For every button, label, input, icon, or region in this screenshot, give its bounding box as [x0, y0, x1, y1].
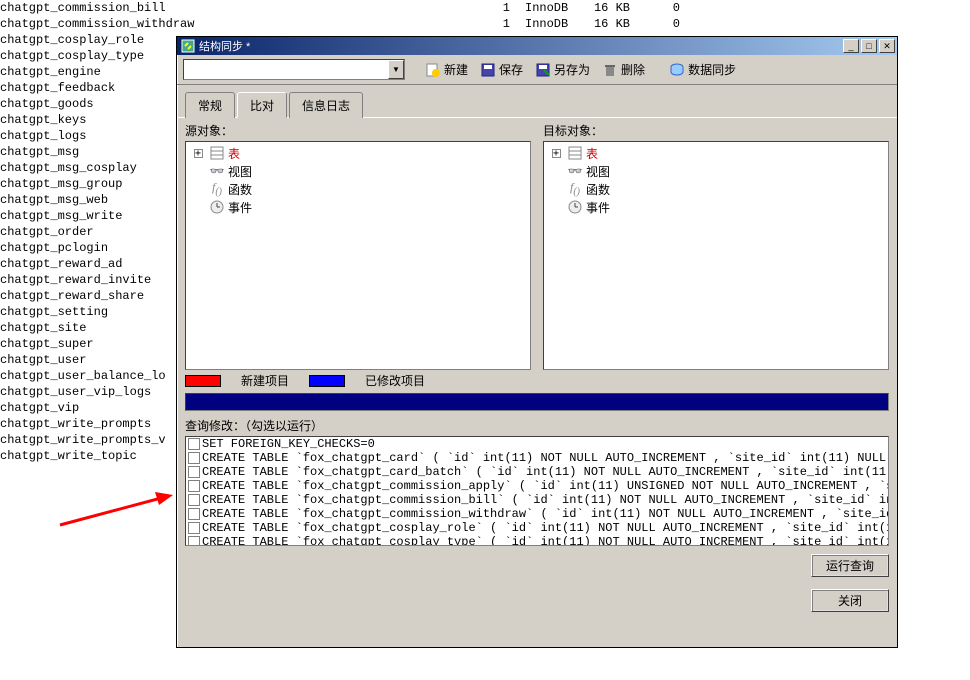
view-icon: 👓: [209, 163, 225, 179]
profile-input[interactable]: [184, 60, 388, 79]
titlebar: 结构同步 * _ □ ✕: [177, 37, 897, 55]
new-button[interactable]: 新建: [421, 59, 472, 80]
delete-button[interactable]: 删除: [598, 59, 649, 80]
sql-checkbox[interactable]: [188, 438, 200, 450]
legend-modified-swatch: [309, 375, 345, 387]
close-button[interactable]: 关闭: [811, 589, 889, 612]
tree-views[interactable]: 👓 视图: [188, 162, 528, 180]
sql-checkbox[interactable]: [188, 480, 200, 492]
target-panel: 目标对象： + 表 👓 视图 f() 函数: [543, 122, 889, 370]
sql-text: CREATE TABLE `fox_chatgpt_card` ( `id` i…: [202, 451, 888, 465]
sql-checkbox[interactable]: [188, 536, 200, 546]
event-icon: [209, 199, 225, 215]
trash-icon: [602, 62, 618, 78]
sql-row[interactable]: CREATE TABLE `fox_chatgpt_card_batch` ( …: [186, 465, 888, 479]
structure-sync-dialog: 结构同步 * _ □ ✕ ▼ 新建 保存 另存为 删除: [176, 36, 898, 648]
new-icon: [425, 62, 441, 78]
sql-row[interactable]: CREATE TABLE `fox_chatgpt_commission_app…: [186, 479, 888, 493]
datasync-button[interactable]: 数据同步: [665, 59, 740, 80]
tree-events[interactable]: 事件: [546, 198, 886, 216]
saveas-button[interactable]: 另存为: [531, 59, 594, 80]
function-icon: f(): [567, 181, 583, 197]
annotation-arrow: [55, 485, 180, 530]
legend: 新建项目 已修改项目: [185, 372, 889, 389]
table-icon: [209, 145, 225, 161]
sql-row[interactable]: CREATE TABLE `fox_chatgpt_card` ( `id` i…: [186, 451, 888, 465]
tab-content: 源对象： + 表 👓 视图 f() 函数: [177, 118, 897, 647]
sql-checkbox[interactable]: [188, 452, 200, 464]
tree-events[interactable]: 事件: [188, 198, 528, 216]
sql-row[interactable]: CREATE TABLE `fox_chatgpt_cosplay_role` …: [186, 521, 888, 535]
tree-tables[interactable]: + 表: [546, 144, 886, 162]
tree-views[interactable]: 👓 视图: [546, 162, 886, 180]
tab-general[interactable]: 常规: [185, 92, 235, 118]
sql-checkbox[interactable]: [188, 508, 200, 520]
sql-row[interactable]: CREATE TABLE `fox_chatgpt_commission_bil…: [186, 493, 888, 507]
sql-text: CREATE TABLE `fox_chatgpt_cosplay_role` …: [202, 521, 888, 535]
source-tree[interactable]: + 表 👓 视图 f() 函数: [185, 141, 531, 370]
legend-new-swatch: [185, 375, 221, 387]
query-modify-label: 查询修改：（勾选以运行）: [185, 417, 889, 434]
table-row[interactable]: chatgpt_commission_bill1InnoDB16 KB0: [0, 0, 680, 16]
chevron-down-icon[interactable]: ▼: [388, 60, 404, 79]
sql-checklist[interactable]: SET FOREIGN_KEY_CHECKS=0CREATE TABLE `fo…: [185, 436, 889, 546]
progress-bar: [185, 393, 889, 411]
tab-compare[interactable]: 比对: [237, 92, 287, 118]
run-query-button[interactable]: 运行查询: [811, 554, 889, 577]
expand-icon[interactable]: +: [548, 149, 564, 158]
sql-checkbox[interactable]: [188, 522, 200, 534]
sql-text: CREATE TABLE `fox_chatgpt_commission_wit…: [202, 507, 888, 521]
legend-modified-label: 已修改项目: [365, 372, 425, 389]
sql-text: CREATE TABLE `fox_chatgpt_cosplay_type` …: [202, 535, 888, 546]
tree-tables[interactable]: + 表: [188, 144, 528, 162]
sql-checkbox[interactable]: [188, 494, 200, 506]
datasync-icon: [669, 62, 685, 78]
save-button[interactable]: 保存: [476, 59, 527, 80]
profile-combo[interactable]: ▼: [183, 59, 405, 80]
tab-log[interactable]: 信息日志: [289, 92, 363, 118]
table-icon: [567, 145, 583, 161]
tree-functions[interactable]: f() 函数: [188, 180, 528, 198]
expand-icon[interactable]: +: [190, 149, 206, 158]
sql-text: CREATE TABLE `fox_chatgpt_commission_bil…: [202, 493, 888, 507]
target-tree[interactable]: + 表 👓 视图 f() 函数: [543, 141, 889, 370]
sql-checkbox[interactable]: [188, 466, 200, 478]
source-panel: 源对象： + 表 👓 视图 f() 函数: [185, 122, 531, 370]
toolbar: ▼ 新建 保存 另存为 删除 数据同步: [177, 55, 897, 85]
close-window-button[interactable]: ✕: [879, 39, 895, 53]
dialog-title: 结构同步 *: [199, 38, 843, 54]
legend-new-label: 新建项目: [241, 372, 289, 389]
table-row[interactable]: chatgpt_commission_withdraw1InnoDB16 KB0: [0, 16, 680, 32]
save-icon: [480, 62, 496, 78]
sql-text: CREATE TABLE `fox_chatgpt_commission_app…: [202, 479, 888, 493]
target-label: 目标对象：: [543, 122, 889, 139]
sql-text: CREATE TABLE `fox_chatgpt_card_batch` ( …: [202, 465, 888, 479]
maximize-button[interactable]: □: [861, 39, 877, 53]
sql-text: SET FOREIGN_KEY_CHECKS=0: [202, 437, 375, 451]
sql-row[interactable]: SET FOREIGN_KEY_CHECKS=0: [186, 437, 888, 451]
event-icon: [567, 199, 583, 215]
sql-row[interactable]: CREATE TABLE `fox_chatgpt_commission_wit…: [186, 507, 888, 521]
tree-functions[interactable]: f() 函数: [546, 180, 886, 198]
source-label: 源对象：: [185, 122, 531, 139]
app-icon: [181, 39, 195, 53]
minimize-button[interactable]: _: [843, 39, 859, 53]
function-icon: f(): [209, 181, 225, 197]
sql-row[interactable]: CREATE TABLE `fox_chatgpt_cosplay_type` …: [186, 535, 888, 546]
tabstrip: 常规 比对 信息日志: [177, 85, 897, 118]
view-icon: 👓: [567, 163, 583, 179]
saveas-icon: [535, 62, 551, 78]
